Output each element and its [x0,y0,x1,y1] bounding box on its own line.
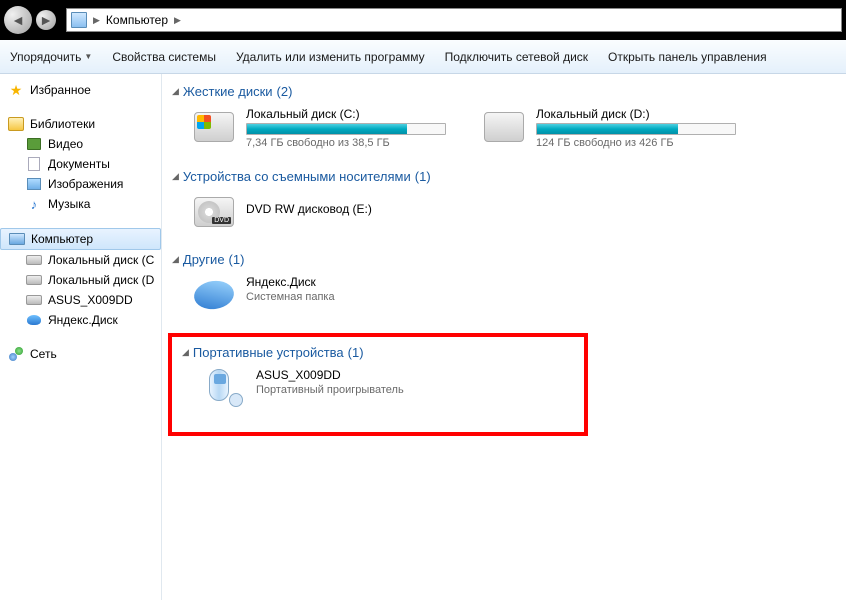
hdd-icon [482,107,526,147]
sidebar-label: Локальный диск (C [48,253,154,267]
sidebar-label: Документы [48,157,110,171]
drive-free-space: 7,34 ГБ свободно из 38,5 ГБ [246,137,452,149]
portable-player-icon [202,368,246,408]
arrow-left-icon: ◄ [11,12,25,28]
sidebar-label: Изображения [48,177,123,191]
network-icon [8,346,24,362]
organize-menu[interactable]: Упорядочить▼ [10,50,92,64]
device-subtitle: Портативный проигрыватель [256,384,462,396]
section-count: (1) [348,345,364,360]
music-icon: ♪ [26,196,42,212]
collapse-icon: ◢ [172,86,179,97]
dvd-icon: DVD [192,192,236,232]
section-title: Устройства со съемными носителями [183,169,411,184]
uninstall-program-button[interactable]: Удалить или изменить программу [236,50,425,64]
system-properties-button[interactable]: Свойства системы [112,50,216,64]
star-icon: ★ [8,82,24,98]
sidebar-item-video[interactable]: Видео [0,134,161,154]
sidebar-item-drive-d[interactable]: Локальный диск (D [0,270,161,290]
section-count: (1) [415,169,431,184]
toolbar: Упорядочить▼ Свойства системы Удалить ил… [0,40,846,74]
sidebar-label: Сеть [30,347,57,361]
document-icon [26,156,42,172]
sidebar-item-images[interactable]: Изображения [0,174,161,194]
drive-subtitle: Системная папка [246,291,452,303]
drive-name: Локальный диск (C:) [246,107,452,121]
video-icon [26,136,42,152]
map-network-drive-button[interactable]: Подключить сетевой диск [445,50,588,64]
section-header-hdd[interactable]: ◢ Жесткие диски (2) [172,82,836,101]
dvd-drive[interactable]: DVD DVD RW дисковод (E:) [192,192,452,232]
yandex-disk-icon [192,275,236,315]
section-header-removable[interactable]: ◢ Устройства со съемными носителями (1) [172,167,836,186]
dvd-badge: DVD [212,217,231,224]
device-icon [26,292,42,308]
drive-name: DVD RW дисковод (E:) [246,202,452,216]
forward-button[interactable]: ► [36,10,56,30]
sidebar-libraries[interactable]: Библиотеки [0,114,161,134]
drive-c[interactable]: Локальный диск (C:) 7,34 ГБ свободно из … [192,107,452,149]
yandex-disk-item[interactable]: Яндекс.Диск Системная папка [192,275,452,315]
portable-device-asus[interactable]: ASUS_X009DD Портативный проигрыватель [202,368,462,408]
drive-name: Яндекс.Диск [246,275,452,289]
drive-d[interactable]: Локальный диск (D:) 124 ГБ свободно из 4… [482,107,742,149]
sidebar-item-yandex-disk[interactable]: Яндекс.Диск [0,310,161,330]
sidebar-label: Музыка [48,197,90,211]
image-icon [26,176,42,192]
sidebar-label: Яндекс.Диск [48,313,118,327]
sidebar-computer[interactable]: Компьютер [0,228,161,250]
caret-down-icon: ▼ [84,52,92,61]
computer-icon [71,12,87,28]
section-count: (2) [277,84,293,99]
collapse-icon: ◢ [172,171,179,182]
sidebar-label: Компьютер [31,232,93,246]
sidebar-label: ASUS_X009DD [48,293,133,307]
sidebar-label: Библиотеки [30,117,95,131]
computer-icon [9,231,25,247]
hdd-icon [192,107,236,147]
drive-name: Локальный диск (D:) [536,107,742,121]
sidebar-item-music[interactable]: ♪ Музыка [0,194,161,214]
open-control-panel-button[interactable]: Открыть панель управления [608,50,767,64]
sidebar-label: Избранное [30,83,91,97]
organize-label: Упорядочить [10,50,81,64]
drive-free-space: 124 ГБ свободно из 426 ГБ [536,137,742,149]
highlight-annotation: ◢ Портативные устройства (1) ASUS_X009DD… [168,333,588,436]
libraries-icon [8,116,24,132]
address-bar[interactable]: ▶ Компьютер ▶ [66,8,842,32]
chevron-right-icon: ▶ [93,15,100,26]
address-segment[interactable]: Компьютер [106,13,168,27]
capacity-bar [536,123,736,135]
sidebar-label: Видео [48,137,83,151]
sidebar-item-asus-device[interactable]: ASUS_X009DD [0,290,161,310]
capacity-bar [246,123,446,135]
sidebar-label: Локальный диск (D [48,273,154,287]
section-title: Жесткие диски [183,84,273,99]
hdd-icon [26,252,42,268]
sidebar-item-documents[interactable]: Документы [0,154,161,174]
section-title: Портативные устройства [193,345,344,360]
collapse-icon: ◢ [172,254,179,265]
content-pane: ◢ Жесткие диски (2) Локальный диск (C:) … [162,74,846,600]
arrow-right-icon: ► [39,12,53,28]
section-header-portable[interactable]: ◢ Портативные устройства (1) [182,343,574,362]
sidebar-network[interactable]: Сеть [0,344,161,364]
sidebar-favorites[interactable]: ★ Избранное [0,80,161,100]
back-button[interactable]: ◄ [4,6,32,34]
section-count: (1) [229,252,245,267]
hdd-icon [26,272,42,288]
sidebar-item-drive-c[interactable]: Локальный диск (C [0,250,161,270]
section-title: Другие [183,252,225,267]
device-name: ASUS_X009DD [256,368,462,382]
chevron-right-icon: ▶ [174,15,181,26]
collapse-icon: ◢ [182,347,189,358]
navigation-pane: ★ Избранное Библиотеки Видео Документы И… [0,74,162,600]
yandex-disk-icon [26,312,42,328]
section-header-other[interactable]: ◢ Другие (1) [172,250,836,269]
